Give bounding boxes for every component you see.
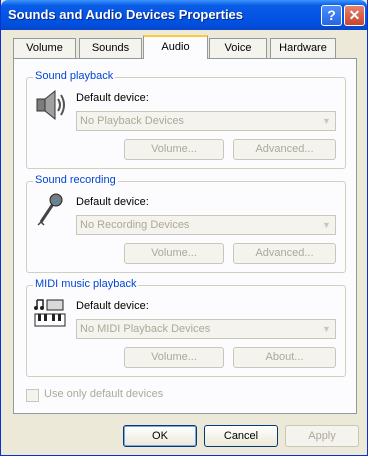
sound-playback-group: Sound playback Default device: No Playba… <box>26 70 346 169</box>
dropdown-arrow-icon: ▼ <box>319 217 334 233</box>
midi-about-button[interactable]: About... <box>233 347 336 368</box>
midi-device-label: Default device: <box>76 300 149 312</box>
recording-device-value: No Recording Devices <box>80 219 190 231</box>
playback-device-value: No Playback Devices <box>80 115 184 127</box>
playback-volume-button[interactable]: Volume... <box>124 139 224 160</box>
close-button[interactable]: ✕ <box>344 5 365 26</box>
midi-playback-title: MIDI music playback <box>33 278 139 290</box>
window-title: Sounds and Audio Devices Properties <box>8 7 244 22</box>
sound-recording-title: Sound recording <box>33 174 118 186</box>
playback-device-label: Default device: <box>76 92 149 104</box>
apply-button[interactable]: Apply <box>285 425 359 447</box>
cancel-button[interactable]: Cancel <box>204 425 278 447</box>
title-bar[interactable]: Sounds and Audio Devices Properties ? ✕ <box>1 0 367 30</box>
sound-recording-group: Sound recording Default device: No Recor… <box>26 174 346 273</box>
playback-advanced-button[interactable]: Advanced... <box>233 139 336 160</box>
tab-voice[interactable]: Voice <box>209 38 267 58</box>
dropdown-arrow-icon: ▼ <box>319 321 334 337</box>
tab-volume[interactable]: Volume <box>13 38 76 58</box>
close-icon: ✕ <box>348 7 361 23</box>
recording-advanced-button[interactable]: Advanced... <box>233 243 336 264</box>
midi-playback-group: MIDI music playback Default device: No M… <box>26 278 346 377</box>
use-default-devices-checkbox[interactable] <box>26 389 39 402</box>
sound-playback-title: Sound playback <box>33 70 116 82</box>
midi-keyboard-icon <box>34 299 66 327</box>
help-icon: ? <box>327 7 336 23</box>
tab-audio[interactable]: Audio <box>143 35 208 59</box>
tab-hardware[interactable]: Hardware <box>270 38 336 58</box>
midi-volume-button[interactable]: Volume... <box>124 347 224 368</box>
speaker-icon <box>36 89 65 121</box>
use-default-devices-label: Use only default devices <box>44 388 164 400</box>
dropdown-arrow-icon: ▼ <box>319 113 334 129</box>
recording-volume-button[interactable]: Volume... <box>124 243 224 264</box>
microphone-icon <box>37 193 63 226</box>
midi-device-select[interactable]: No MIDI Playback Devices ▼ <box>76 319 336 339</box>
midi-device-value: No MIDI Playback Devices <box>80 323 211 335</box>
audio-tab-panel: Sound playback Default device: No Playba… <box>13 58 357 414</box>
properties-dialog: Sounds and Audio Devices Properties ? ✕ … <box>0 0 368 456</box>
recording-device-select[interactable]: No Recording Devices ▼ <box>76 215 336 235</box>
help-button[interactable]: ? <box>321 5 342 26</box>
ok-button[interactable]: OK <box>123 425 197 447</box>
playback-device-select[interactable]: No Playback Devices ▼ <box>76 111 336 131</box>
recording-device-label: Default device: <box>76 196 149 208</box>
tab-sounds[interactable]: Sounds <box>79 38 142 58</box>
